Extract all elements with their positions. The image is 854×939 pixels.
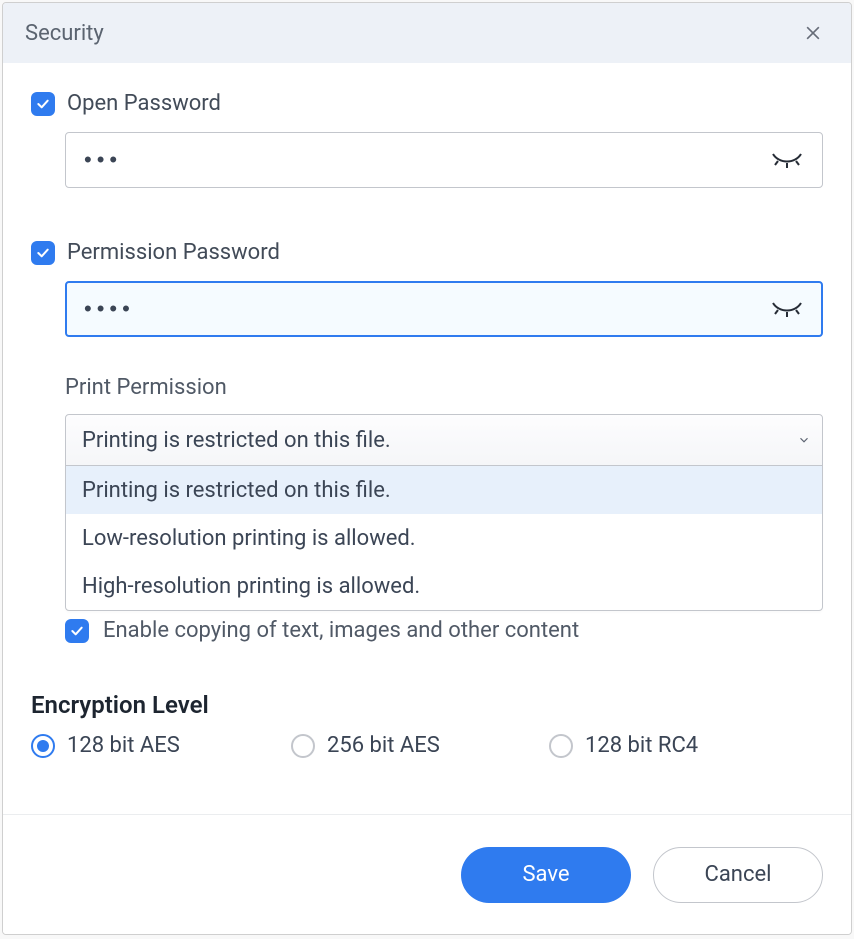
radio-icon (291, 734, 315, 758)
titlebar: Security (3, 3, 851, 63)
encryption-option-label: 128 bit AES (67, 733, 180, 758)
close-button[interactable] (797, 17, 829, 49)
print-permission-select-button[interactable]: Printing is restricted on this file. (65, 414, 823, 466)
permission-password-row: Permission Password (31, 240, 823, 265)
save-button[interactable]: Save (461, 847, 631, 903)
encryption-radio-group: 128 bit AES 256 bit AES 128 bit RC4 (31, 733, 823, 758)
permission-password-checkbox[interactable] (31, 241, 55, 265)
eye-closed-icon (771, 150, 803, 170)
print-permission-label: Print Permission (65, 375, 823, 400)
enable-copy-row: Enable copying of text, images and other… (65, 618, 823, 643)
open-password-field-wrap (65, 132, 823, 188)
enable-copy-checkbox[interactable] (65, 619, 89, 643)
permission-password-input[interactable] (65, 281, 823, 337)
encryption-section: Encryption Level 128 bit AES 256 bit AES… (31, 691, 823, 758)
cancel-button[interactable]: Cancel (653, 847, 823, 903)
print-permission-selected-value: Printing is restricted on this file. (82, 428, 391, 453)
print-permission-option[interactable]: Printing is restricted on this file. (66, 466, 822, 514)
close-icon (803, 23, 823, 43)
print-permission-option[interactable]: Low-resolution printing is allowed. (66, 514, 822, 562)
open-password-input[interactable] (65, 132, 823, 188)
check-icon (69, 623, 85, 639)
radio-icon (31, 734, 55, 758)
permission-password-field-wrap (65, 281, 823, 337)
print-permission-select: Printing is restricted on this file. Pri… (65, 414, 823, 466)
check-icon (35, 245, 51, 261)
permission-password-visibility-toggle[interactable] (769, 291, 805, 327)
radio-icon (549, 734, 573, 758)
eye-closed-icon (771, 299, 803, 319)
print-permission-dropdown: Printing is restricted on this file. Low… (65, 465, 823, 611)
encryption-option-label: 256 bit AES (327, 733, 440, 758)
print-permission-option[interactable]: High-resolution printing is allowed. (66, 562, 822, 610)
chevron-down-icon (786, 415, 822, 465)
open-password-checkbox[interactable] (31, 92, 55, 116)
security-dialog: Security Open Password (2, 2, 852, 935)
encryption-option-128rc4[interactable]: 128 bit RC4 (549, 733, 823, 758)
enable-copy-label: Enable copying of text, images and other… (103, 618, 579, 643)
permission-password-label: Permission Password (67, 240, 280, 265)
dialog-footer: Save Cancel (3, 814, 851, 934)
dialog-body: Open Password Permission Password (3, 63, 851, 814)
open-password-label: Open Password (67, 91, 221, 116)
open-password-row: Open Password (31, 91, 823, 116)
encryption-option-128aes[interactable]: 128 bit AES (31, 733, 291, 758)
encryption-option-256aes[interactable]: 256 bit AES (291, 733, 549, 758)
encryption-option-label: 128 bit RC4 (585, 733, 698, 758)
encryption-title: Encryption Level (31, 691, 823, 719)
open-password-visibility-toggle[interactable] (769, 142, 805, 178)
under-dropdown-area: Enable copying of text, images and other… (31, 618, 823, 643)
check-icon (35, 96, 51, 112)
print-permission-section: Print Permission Printing is restricted … (65, 375, 823, 466)
dialog-title: Security (25, 21, 104, 46)
